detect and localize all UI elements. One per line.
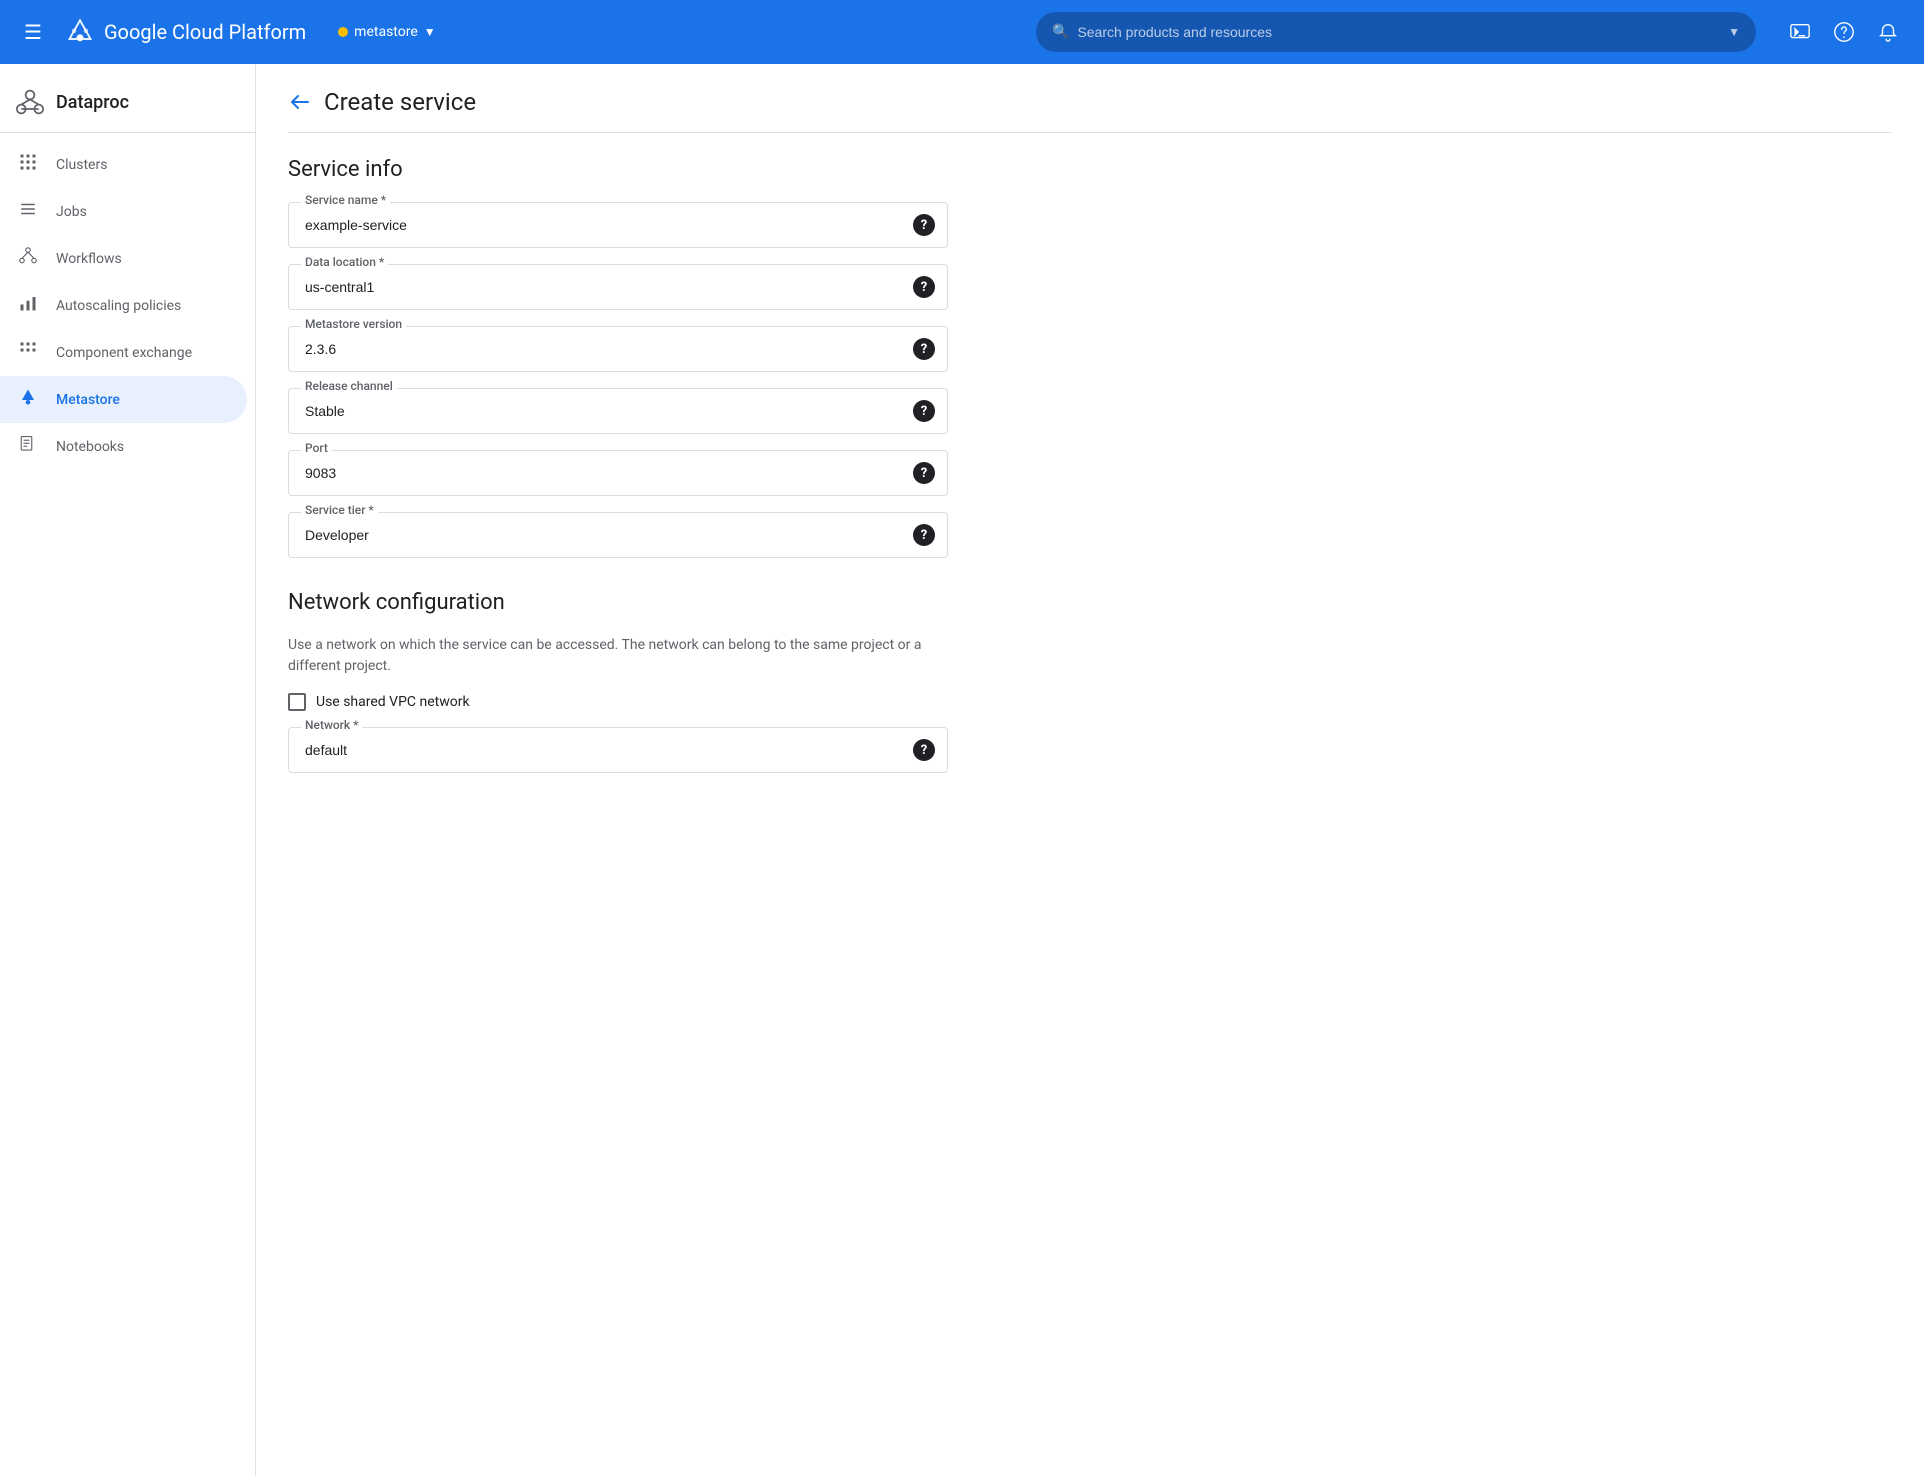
data-location-field: Data location * us-central1 ? [288, 264, 948, 310]
sidebar-item-workflows[interactable]: Workflows [0, 235, 247, 282]
jobs-icon [16, 200, 40, 223]
page-header: Create service [288, 88, 1892, 133]
page-title: Create service [324, 88, 476, 116]
data-location-icons: ? [913, 276, 935, 298]
network-field: Network * default ? [288, 727, 948, 773]
metastore-version-row: 2.3.6 ? [289, 327, 947, 371]
notifications-icon[interactable] [1868, 12, 1908, 52]
vpc-checkbox-row: Use shared VPC network [288, 693, 1892, 711]
component-exchange-icon [16, 341, 40, 364]
sidebar-item-notebooks[interactable]: Notebooks [0, 423, 247, 470]
sidebar-item-clusters[interactable]: Clusters [0, 141, 247, 188]
sidebar: Dataproc Clusters Jobs Workflows Autosca [0, 64, 256, 1476]
notebooks-icon [16, 435, 40, 458]
sidebar-app-name: Dataproc [56, 92, 129, 113]
sidebar-item-jobs[interactable]: Jobs [0, 188, 247, 235]
service-name-field: Service name * ? [288, 202, 948, 248]
metastore-icon [16, 388, 40, 411]
release-channel-label: Release channel [301, 379, 397, 393]
data-location-row: us-central1 ? [289, 265, 947, 309]
network-icons: ? [913, 739, 935, 761]
release-channel-select[interactable]: Stable [289, 389, 913, 433]
metastore-label: Metastore [56, 392, 120, 408]
release-channel-icons: ? [913, 400, 935, 422]
autoscaling-label: Autoscaling policies [56, 298, 181, 314]
network-label: Network * [301, 718, 362, 732]
search-bar[interactable]: 🔍 ▼ [1036, 12, 1756, 52]
notebooks-label: Notebooks [56, 439, 124, 455]
port-label: Port [301, 441, 332, 455]
autoscaling-icon [16, 294, 40, 317]
port-input[interactable] [289, 451, 913, 495]
service-info-section: Service info Service name * ? Data locat… [288, 157, 1892, 558]
port-field: Port ? [288, 450, 948, 496]
main-layout: Dataproc Clusters Jobs Workflows Autosca [0, 64, 1924, 1476]
port-icons: ? [913, 462, 935, 484]
network-config-section: Network configuration Use a network on w… [288, 590, 1892, 773]
port-help-icon[interactable]: ? [913, 462, 935, 484]
service-tier-field: Service tier * Developer ? [288, 512, 948, 558]
workflows-label: Workflows [56, 251, 122, 267]
service-tier-row: Developer ? [289, 513, 947, 557]
help-icon[interactable] [1824, 12, 1864, 52]
project-name: metastore [354, 24, 418, 40]
network-help-icon[interactable]: ? [913, 739, 935, 761]
workflows-icon [16, 247, 40, 270]
data-location-select[interactable]: us-central1 [289, 265, 913, 309]
project-dropdown-icon: ▼ [424, 25, 436, 39]
service-info-title: Service info [288, 157, 1892, 182]
release-channel-field: Release channel Stable ? [288, 388, 948, 434]
data-location-help-icon[interactable]: ? [913, 276, 935, 298]
main-content: Create service Service info Service name… [256, 64, 1924, 1476]
network-row: default ? [289, 728, 947, 772]
network-select[interactable]: default [289, 728, 913, 772]
service-tier-icons: ? [913, 524, 935, 546]
metastore-version-help-icon[interactable]: ? [913, 338, 935, 360]
sidebar-item-component-exchange[interactable]: Component exchange [0, 329, 247, 376]
nav-action-icons [1780, 12, 1908, 52]
network-config-desc: Use a network on which the service can b… [288, 635, 948, 677]
service-name-help-icon[interactable]: ? [913, 214, 935, 236]
metastore-version-icons: ? [913, 338, 935, 360]
project-selector[interactable]: metastore ▼ [330, 20, 443, 44]
logo-text: Google Cloud Platform [104, 20, 306, 44]
service-name-icons: ? [913, 214, 935, 236]
menu-icon[interactable]: ☰ [16, 12, 50, 52]
metastore-version-select[interactable]: 2.3.6 [289, 327, 913, 371]
service-name-input[interactable] [289, 203, 913, 247]
port-row: ? [289, 451, 947, 495]
project-dot-icon [338, 27, 348, 37]
data-location-label: Data location * [301, 255, 388, 269]
clusters-icon [16, 153, 40, 176]
service-tier-label: Service tier * [301, 503, 378, 517]
sidebar-header: Dataproc [0, 72, 255, 133]
search-input[interactable] [1077, 24, 1720, 40]
metastore-version-field: Metastore version 2.3.6 ? [288, 326, 948, 372]
sidebar-item-autoscaling[interactable]: Autoscaling policies [0, 282, 247, 329]
release-channel-help-icon[interactable]: ? [913, 400, 935, 422]
console-icon[interactable] [1780, 12, 1820, 52]
network-config-title: Network configuration [288, 590, 1892, 615]
service-tier-select[interactable]: Developer [289, 513, 913, 557]
top-navigation: ☰ Google Cloud Platform metastore ▼ 🔍 ▼ [0, 0, 1924, 64]
dataproc-logo-icon [16, 88, 44, 116]
back-button[interactable] [288, 90, 312, 114]
gcp-logo-icon [66, 18, 94, 46]
release-channel-row: Stable ? [289, 389, 947, 433]
jobs-label: Jobs [56, 204, 87, 220]
app-logo: Google Cloud Platform [66, 18, 306, 46]
metastore-version-label: Metastore version [301, 317, 406, 331]
search-expand-icon: ▼ [1728, 25, 1740, 39]
clusters-label: Clusters [56, 157, 107, 173]
sidebar-item-metastore[interactable]: Metastore [0, 376, 247, 423]
service-name-row: ? [289, 203, 947, 247]
search-icon: 🔍 [1052, 24, 1069, 40]
component-exchange-label: Component exchange [56, 345, 192, 361]
vpc-checkbox[interactable] [288, 693, 306, 711]
service-tier-help-icon[interactable]: ? [913, 524, 935, 546]
service-name-label: Service name * [301, 193, 390, 207]
vpc-checkbox-label[interactable]: Use shared VPC network [316, 694, 470, 710]
